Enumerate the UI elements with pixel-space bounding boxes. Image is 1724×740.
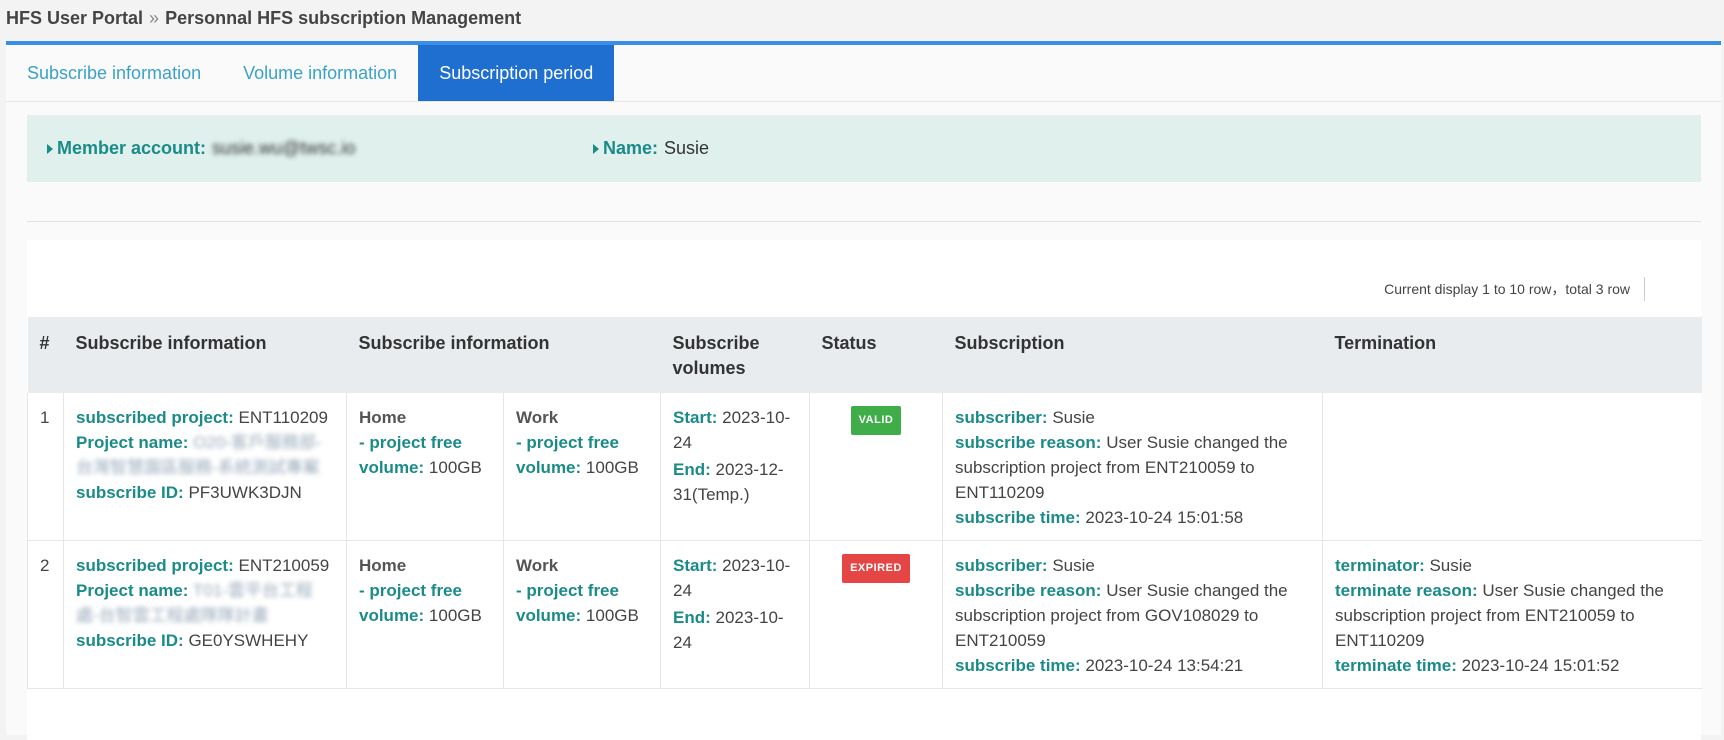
termination-cell [1322, 393, 1702, 541]
row-index: 1 [27, 393, 64, 541]
subscription-table-card: Current display 1 to 10 row，total 3 row … [27, 240, 1702, 740]
tab-subscription-period[interactable]: Subscription period [418, 45, 615, 101]
status-cell: VALID [809, 393, 943, 541]
subscribe-id-label: subscribe ID: [76, 631, 184, 650]
home-volume-cell: Home - project free volume: 100GB [346, 393, 504, 541]
termination-cell: terminator: Susie terminate reason: User… [1322, 540, 1702, 689]
project-name-label: Project name: [76, 581, 189, 600]
subscribe-id-value: PF3UWK3DJN [188, 483, 302, 502]
status-badge: EXPIRED [842, 554, 910, 583]
member-account: Member account: susie.wu@twsc.io [47, 138, 593, 159]
period-cell: Start: 2023-10-24 End: 2023-10-24 [660, 540, 810, 689]
member-name-label: Name: [603, 138, 659, 158]
subscribe-time-label: subscribe time: [955, 656, 1081, 675]
subscription-panel: Subscribe information Volume information… [6, 41, 1721, 740]
tab-subscribe-information[interactable]: Subscribe information [6, 45, 222, 101]
table-row: 1 subscribed project: ENT110209 Project … [27, 393, 1702, 541]
caret-right-icon [593, 143, 599, 154]
header-index: # [27, 317, 64, 393]
caret-right-icon [47, 143, 53, 154]
terminator-value: Susie [1429, 556, 1472, 575]
period-cell: Start: 2023-10-24 End: 2023-12-31(Temp.) [660, 393, 810, 541]
subscribe-time-label: subscribe time: [955, 508, 1081, 527]
tab-bar: Subscribe information Volume information… [6, 45, 1721, 102]
status-badge: VALID [850, 406, 902, 435]
header-status: Status [809, 317, 943, 393]
table-row: 2 subscribed project: ENT210059 Project … [27, 540, 1702, 689]
status-cell: EXPIRED [809, 540, 943, 689]
terminate-time-label: terminate time: [1335, 656, 1457, 675]
subscribed-project-label: subscribed project: [76, 556, 234, 575]
end-label: End: [673, 608, 711, 627]
terminate-time-value: 2023-10-24 15:01:52 [1461, 656, 1620, 675]
subscribe-time-value: 2023-10-24 13:54:21 [1085, 656, 1244, 675]
home-label: Home [359, 556, 407, 575]
subscribed-project-label: subscribed project: [76, 408, 234, 427]
member-account-value: susie.wu@twsc.io [212, 138, 356, 158]
subscribe-info-cell: subscribed project: ENT210059 Project na… [63, 540, 347, 689]
subscriber-label: subscriber: [955, 556, 1048, 575]
subscription-table: # Subscribe information Subscribe inform… [27, 317, 1702, 689]
work-volume-value: 100GB [585, 458, 639, 477]
work-volume-cell: Work - project free volume: 100GB [503, 540, 661, 689]
work-label: Work [516, 556, 559, 575]
subscribe-time-value: 2023-10-24 15:01:58 [1085, 508, 1244, 527]
subscribe-reason-label: subscribe reason: [955, 433, 1102, 452]
header-subscription: Subscription [942, 317, 1323, 393]
breadcrumb-root[interactable]: HFS User Portal [6, 8, 143, 29]
row-index: 2 [27, 540, 64, 689]
subscribe-info-cell: subscribed project: ENT110209 Project na… [63, 393, 347, 541]
work-label: Work [516, 408, 559, 427]
free-volume-label-2: volume: [359, 606, 425, 625]
header-termination: Termination [1322, 317, 1702, 393]
subscribe-reason-label: subscribe reason: [955, 581, 1102, 600]
subscription-cell: subscriber: Susie subscribe reason: User… [942, 540, 1323, 689]
home-volume-value: 100GB [428, 458, 482, 477]
start-label: Start: [673, 408, 718, 427]
free-volume-label: - project free [516, 581, 619, 600]
breadcrumb-current: Personnal HFS subscription Management [165, 7, 522, 28]
header-subscribe-information: Subscribe information [63, 317, 347, 393]
free-volume-label: - project free [359, 433, 462, 452]
home-volume-cell: Home - project free volume: 100GB [346, 540, 504, 689]
header-subscribe-volumes: Subscribe volumes [660, 317, 810, 393]
subscriber-value: Susie [1052, 408, 1095, 427]
header-subscribe-information-volume: Subscribe information [346, 317, 661, 393]
subscribed-project-value: ENT110209 [238, 408, 328, 427]
free-volume-label-2: volume: [359, 458, 425, 477]
tab-volume-information[interactable]: Volume information [222, 45, 418, 101]
end-label: End: [673, 460, 711, 479]
member-name-value: Susie [664, 138, 710, 158]
work-volume-cell: Work - project free volume: 100GB [503, 393, 661, 541]
free-volume-label: - project free [359, 581, 462, 600]
work-volume-value: 100GB [585, 606, 639, 625]
subscriber-label: subscriber: [955, 408, 1048, 427]
breadcrumb: HFS User Portal » Personnal HFS subscrip… [0, 0, 1724, 36]
free-volume-label-2: volume: [516, 458, 582, 477]
terminate-reason-label: terminate reason: [1335, 581, 1478, 600]
table-header-row: # Subscribe information Subscribe inform… [27, 317, 1702, 393]
terminator-label: terminator: [1335, 556, 1425, 575]
subscribed-project-value: ENT210059 [238, 556, 330, 575]
home-volume-value: 100GB [428, 606, 482, 625]
member-name: Name: Susie [593, 138, 709, 159]
subscription-cell: subscriber: Susie subscribe reason: User… [942, 393, 1323, 541]
member-account-label: Member account: [57, 138, 207, 158]
free-volume-label-2: volume: [516, 606, 582, 625]
pagination-info: Current display 1 to 10 row，total 3 row [1384, 277, 1645, 301]
subscribe-id-label: subscribe ID: [76, 483, 184, 502]
free-volume-label: - project free [516, 433, 619, 452]
project-name-label: Project name: [76, 433, 189, 452]
home-label: Home [359, 408, 407, 427]
start-label: Start: [673, 556, 718, 575]
section-divider [27, 221, 1701, 222]
breadcrumb-separator: » [149, 7, 160, 28]
subscriber-value: Susie [1052, 556, 1095, 575]
member-info-box: Member account: susie.wu@twsc.io Name: S… [27, 115, 1701, 182]
subscribe-id-value: GE0YSWHEHY [188, 631, 309, 650]
